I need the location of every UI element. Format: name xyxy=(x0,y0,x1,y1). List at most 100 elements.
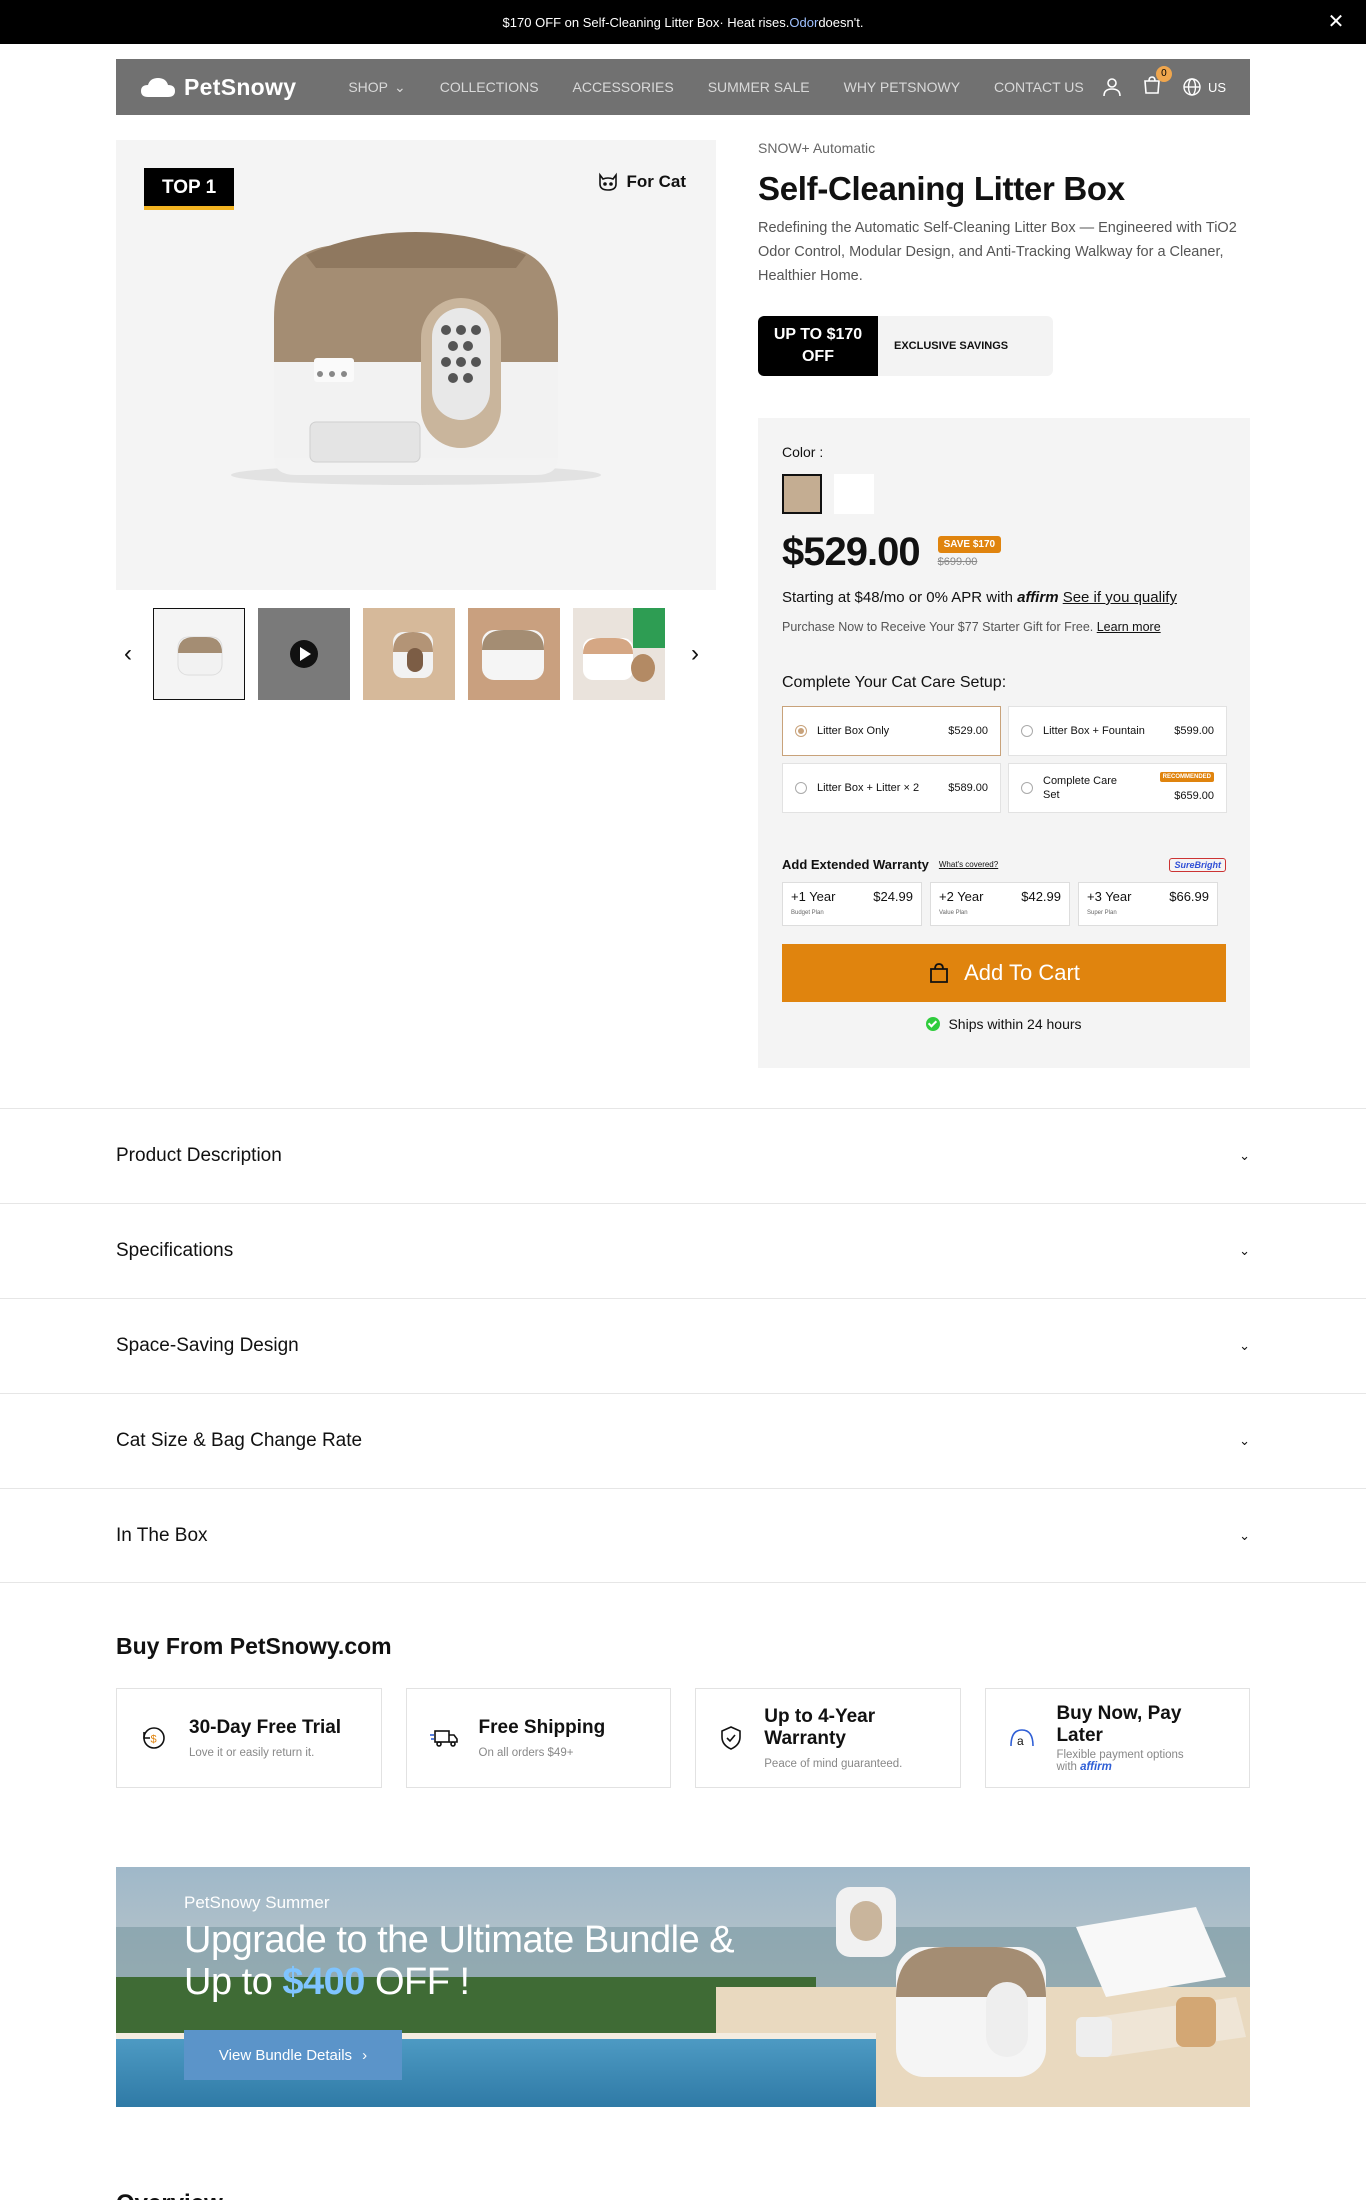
warranty-option[interactable]: +3 Year $66.99 Super Plan xyxy=(1078,882,1218,926)
accordion-title: In The Box xyxy=(116,1524,208,1546)
close-icon[interactable]: ✕ xyxy=(1324,10,1348,34)
warranty-price: $24.99 xyxy=(873,889,913,904)
chevron-down-icon: ⌄ xyxy=(1239,1527,1250,1543)
promo-text-2: · Heat rises. xyxy=(719,14,790,30)
nav-icons: 0 US xyxy=(1102,65,1226,100)
chevron-right-icon[interactable]: › xyxy=(683,640,707,668)
svg-text:a: a xyxy=(1017,1734,1024,1748)
product-image[interactable]: TOP 1 For Cat xyxy=(116,140,716,590)
nav-shop[interactable]: SHOP ⌄ xyxy=(348,79,405,96)
add-to-cart-button[interactable]: Add To Cart xyxy=(782,944,1226,1002)
promo-text-4: doesn't. xyxy=(818,14,864,30)
banner-headline: Upgrade to the Ultimate Bundle & Up to $… xyxy=(184,1919,735,2003)
banner-headline-end: OFF ! xyxy=(364,1961,470,2003)
whats-covered-link[interactable]: What's covered? xyxy=(939,860,998,869)
warranty-option[interactable]: +1 Year $24.99 Budget Plan xyxy=(782,882,922,926)
option-name: Litter Box + Litter × 2 xyxy=(817,782,920,794)
bundle-option[interactable]: Litter Box Only $529.00 xyxy=(782,706,1001,756)
learn-more-link[interactable]: Learn more xyxy=(1097,620,1161,634)
radio-selected xyxy=(795,725,807,737)
view-bundle-label: View Bundle Details xyxy=(218,2046,353,2064)
affirm-text: Starting at $48/mo or 0% APR with xyxy=(782,589,1018,606)
warranty-plan: Super Plan xyxy=(1087,910,1117,916)
cart-count-badge: 0 xyxy=(1155,65,1172,82)
option-price: $659.00 xyxy=(1174,790,1214,802)
feature-card: a Buy Now, Pay Later Flexible payment opt… xyxy=(984,1688,1250,1788)
save-pill: SAVE $170 xyxy=(937,536,1002,553)
product-info: SNOW+ Automatic Self-Cleaning Litter Box… xyxy=(758,140,1250,376)
nav-accessories[interactable]: ACCESSORIES xyxy=(573,79,674,96)
cart-button[interactable]: 0 xyxy=(1142,65,1172,100)
nav-summer-sale[interactable]: SUMMER SALE xyxy=(708,79,810,96)
feature-sub: On all orders $49+ xyxy=(478,1747,574,1759)
feature-sub-with: with xyxy=(1056,1761,1081,1773)
shield-icon xyxy=(718,1723,744,1753)
warranty-price: $42.99 xyxy=(1021,889,1061,904)
bundle-option[interactable]: Complete Care Set $659.00 RECOMMENDED xyxy=(1008,763,1227,813)
accordion-cat-size[interactable]: Cat Size & Bag Change Rate ⌄ xyxy=(0,1393,1366,1488)
buy-from-title: Buy From PetSnowy.com xyxy=(116,1633,392,1659)
color-swatch-white[interactable] xyxy=(834,474,874,514)
thumbnail-strip: ‹ › xyxy=(116,607,716,701)
feature-sub: Love it or easily return it. xyxy=(189,1747,315,1759)
main-nav: PetSnowy SHOP ⌄ COLLECTIONS ACCESSORIES S… xyxy=(116,59,1250,115)
warranty-label: Add Extended Warranty xyxy=(782,857,929,872)
nav-why-petsnowy[interactable]: WHY PETSNOWY xyxy=(844,79,960,96)
feature-sub: Peace of mind guaranteed. xyxy=(764,1758,903,1770)
brand-name: PetSnowy xyxy=(184,73,297,100)
thumbnail-video[interactable] xyxy=(258,608,350,700)
option-name: Litter Box + Fountain xyxy=(1043,725,1145,737)
chevron-down-icon: ⌄ xyxy=(394,78,406,95)
user-icon[interactable] xyxy=(1102,77,1122,97)
accordion-title: Product Description xyxy=(116,1145,282,1166)
feature-card: $ 30-Day Free Trial Love it or easily ret… xyxy=(116,1688,382,1788)
ships-text: Ships within 24 hours xyxy=(948,1016,1082,1032)
bundle-option[interactable]: Litter Box + Litter × 2 $589.00 xyxy=(782,763,1001,813)
warranty-name: +1 Year xyxy=(791,889,836,904)
promo-text-3: Odor xyxy=(789,14,819,30)
globe-icon xyxy=(1183,78,1201,96)
thumbnail[interactable] xyxy=(468,608,560,700)
radio xyxy=(795,782,807,794)
savings-badge-line-2: OFF xyxy=(801,348,834,365)
thumbnail[interactable] xyxy=(573,608,665,700)
summer-bundle-banner[interactable]: PetSnowy Summer Upgrade to the Ultimate … xyxy=(116,1867,1250,2107)
chevron-down-icon: ⌄ xyxy=(1239,1148,1250,1163)
language-selector[interactable]: US xyxy=(1182,77,1226,97)
ships-note: Ships within 24 hours xyxy=(782,1016,1226,1032)
radio xyxy=(1021,725,1033,737)
accordion-specifications[interactable]: Specifications ⌄ xyxy=(0,1203,1366,1298)
option-price: $529.00 xyxy=(948,725,988,737)
accordion-space-saving-design[interactable]: Space-Saving Design ⌄ xyxy=(0,1298,1366,1393)
banner-headline-line-1: Upgrade to the Ultimate Bundle & xyxy=(184,1919,735,1961)
warranty-plan: Value Plan xyxy=(939,910,968,916)
feature-sub-text: Flexible payment options xyxy=(1056,1749,1184,1761)
logo[interactable]: PetSnowy xyxy=(140,74,296,101)
chevron-left-icon[interactable]: ‹ xyxy=(116,640,140,668)
page: $170 OFF on Self-Cleaning Litter Box · H… xyxy=(0,0,1366,2200)
nav-collections[interactable]: COLLECTIONS xyxy=(440,79,539,96)
color-swatch-tan[interactable] xyxy=(782,474,822,514)
warranty-option[interactable]: +2 Year $42.99 Value Plan xyxy=(930,882,1070,926)
bundle-option[interactable]: Litter Box + Fountain $599.00 xyxy=(1008,706,1227,756)
feature-cards: $ 30-Day Free Trial Love it or easily ret… xyxy=(116,1688,1250,1788)
thumbnail[interactable] xyxy=(153,608,245,700)
nav-links: SHOP ⌄ COLLECTIONS ACCESSORIES SUMMER SAL… xyxy=(348,79,1083,96)
warranty-name: +2 Year xyxy=(939,889,984,904)
view-bundle-button[interactable]: View Bundle Details › xyxy=(184,2030,402,2080)
overview-title: Overview xyxy=(116,2190,223,2200)
add-to-cart-label: Add To Cart xyxy=(964,960,1080,985)
option-price: $589.00 xyxy=(948,782,988,794)
nav-contact-us[interactable]: CONTACT US xyxy=(994,79,1084,96)
affirm-qualify-link[interactable]: See if you qualify xyxy=(1063,589,1177,606)
chevron-down-icon: ⌄ xyxy=(1239,1243,1250,1258)
cloud-logo-icon xyxy=(141,78,175,97)
promo-bar: $170 OFF on Self-Cleaning Litter Box · H… xyxy=(0,0,1366,44)
recommended-badge: RECOMMENDED xyxy=(1159,772,1214,782)
accordion-in-the-box[interactable]: In The Box ⌄ xyxy=(0,1488,1366,1583)
chevron-down-icon: ⌄ xyxy=(1239,1433,1250,1448)
bundle-options: Litter Box Only $529.00 Litter Box + Fou… xyxy=(782,706,1227,813)
thumbnail[interactable] xyxy=(363,608,455,700)
accordion-title: Cat Size & Bag Change Rate xyxy=(116,1430,363,1451)
accordion-product-description[interactable]: Product Description ⌄ xyxy=(0,1108,1366,1203)
